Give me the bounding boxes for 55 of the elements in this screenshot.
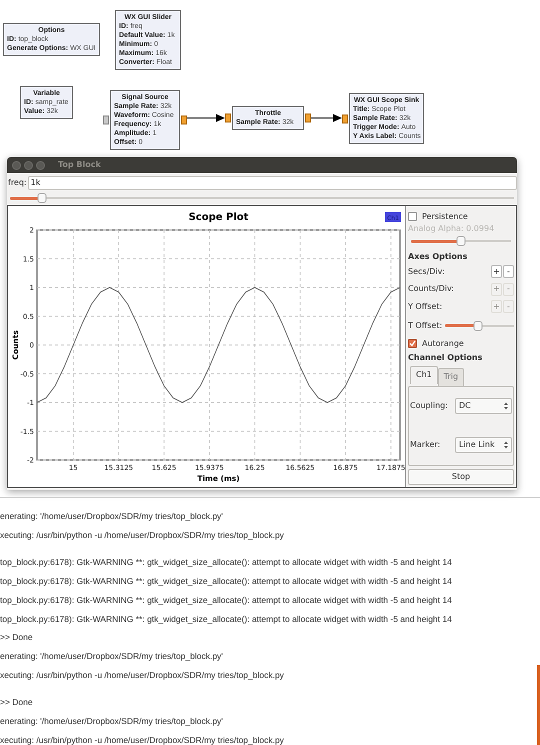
console-line: >> Done xyxy=(0,631,34,644)
field-label: Coupling: xyxy=(410,400,448,412)
check-icon xyxy=(409,340,416,347)
freq-label: freq: xyxy=(7,177,28,189)
axis-option-label: Secs/Div: xyxy=(408,266,445,278)
channel-tab[interactable]: Trig xyxy=(438,368,464,386)
console-line: top_block.py:6178): Gtk-WARNING **: gtk_widget_size_allocate(): attempt to allocate widget with width -5 and height 14 xyxy=(0,612,453,626)
updown-caret-icon xyxy=(504,441,508,449)
field-label: Marker: xyxy=(410,439,440,451)
output-port[interactable] xyxy=(181,116,187,124)
minus-button[interactable]: - xyxy=(503,265,514,278)
slider-track[interactable] xyxy=(445,320,514,330)
slider-thumb[interactable] xyxy=(474,320,483,330)
analog-alpha-label: Analog Alpha: 0.0994 xyxy=(408,223,496,234)
updown-caret-icon xyxy=(504,402,508,410)
input-port[interactable] xyxy=(103,116,109,124)
slider-track[interactable] xyxy=(10,193,514,203)
connection-arrow xyxy=(187,114,225,122)
select-field[interactable]: DC xyxy=(455,398,512,414)
scrollbar[interactable] xyxy=(537,665,540,745)
minimize-icon[interactable] xyxy=(24,160,33,170)
checkbox[interactable] xyxy=(408,339,417,348)
select-field[interactable]: Line Link xyxy=(455,437,512,453)
input-port[interactable] xyxy=(342,114,348,123)
console-line: top_block.py:6178): Gtk-WARNING **: gtk_widget_size_allocate(): attempt to allocate widget with width -5 and height 14 xyxy=(0,575,453,588)
section-heading: Channel Options xyxy=(408,352,484,362)
channel-tab[interactable]: Ch1 xyxy=(410,366,438,384)
console-line: xecuting: /usr/bin/python -u /home/user/Dropbox/SDR/my tries/top_block.py xyxy=(0,734,285,745)
slider-track[interactable] xyxy=(411,236,511,246)
plus-button[interactable]: + xyxy=(491,265,502,278)
console-line: enerating: '/home/user/Dropbox/SDR/my tries/top_block.py' xyxy=(0,650,224,663)
maximize-icon[interactable] xyxy=(36,160,45,170)
stop-button[interactable]: Stop xyxy=(408,468,514,484)
window-title: Top Block xyxy=(58,159,101,171)
axis-option-label: Y Offset: xyxy=(408,300,442,313)
axis-option-label: T Offset: xyxy=(408,320,442,332)
autorange-label: Autorange xyxy=(422,338,464,350)
freq-field[interactable]: 1k xyxy=(28,176,517,190)
console-line: top_block.py:6178): Gtk-WARNING **: gtk_widget_size_allocate(): attempt to allocate widget with width -5 and height 14 xyxy=(0,594,453,607)
console-line: enerating: '/home/user/Dropbox/SDR/my tries/top_block.py' xyxy=(0,510,224,523)
axis-option-label: Counts/Div: xyxy=(408,283,454,296)
console-line: enerating: '/home/user/Dropbox/SDR/my tries/top_block.py' xyxy=(0,715,224,728)
connection-arrow xyxy=(311,114,342,122)
slider-thumb[interactable] xyxy=(37,193,46,203)
close-icon[interactable] xyxy=(12,160,21,170)
console-line: xecuting: /usr/bin/python -u /home/user/Dropbox/SDR/my tries/top_block.py xyxy=(0,528,285,542)
console-line: top_block.py:6178): Gtk-WARNING **: gtk_widget_size_allocate(): attempt to allocate widget with width -5 and height 14 xyxy=(0,556,453,570)
console-line: xecuting: /usr/bin/python -u /home/user/Dropbox/SDR/my tries/top_block.py xyxy=(0,668,285,682)
chart-title: Scope Plot xyxy=(188,212,248,223)
persistence-label: Persistence xyxy=(422,210,468,222)
input-port[interactable] xyxy=(225,114,231,122)
checkbox[interactable] xyxy=(408,212,417,221)
console-line: >> Done xyxy=(0,696,34,710)
section-heading: Axes Options xyxy=(408,251,468,263)
output-port[interactable] xyxy=(305,114,311,122)
